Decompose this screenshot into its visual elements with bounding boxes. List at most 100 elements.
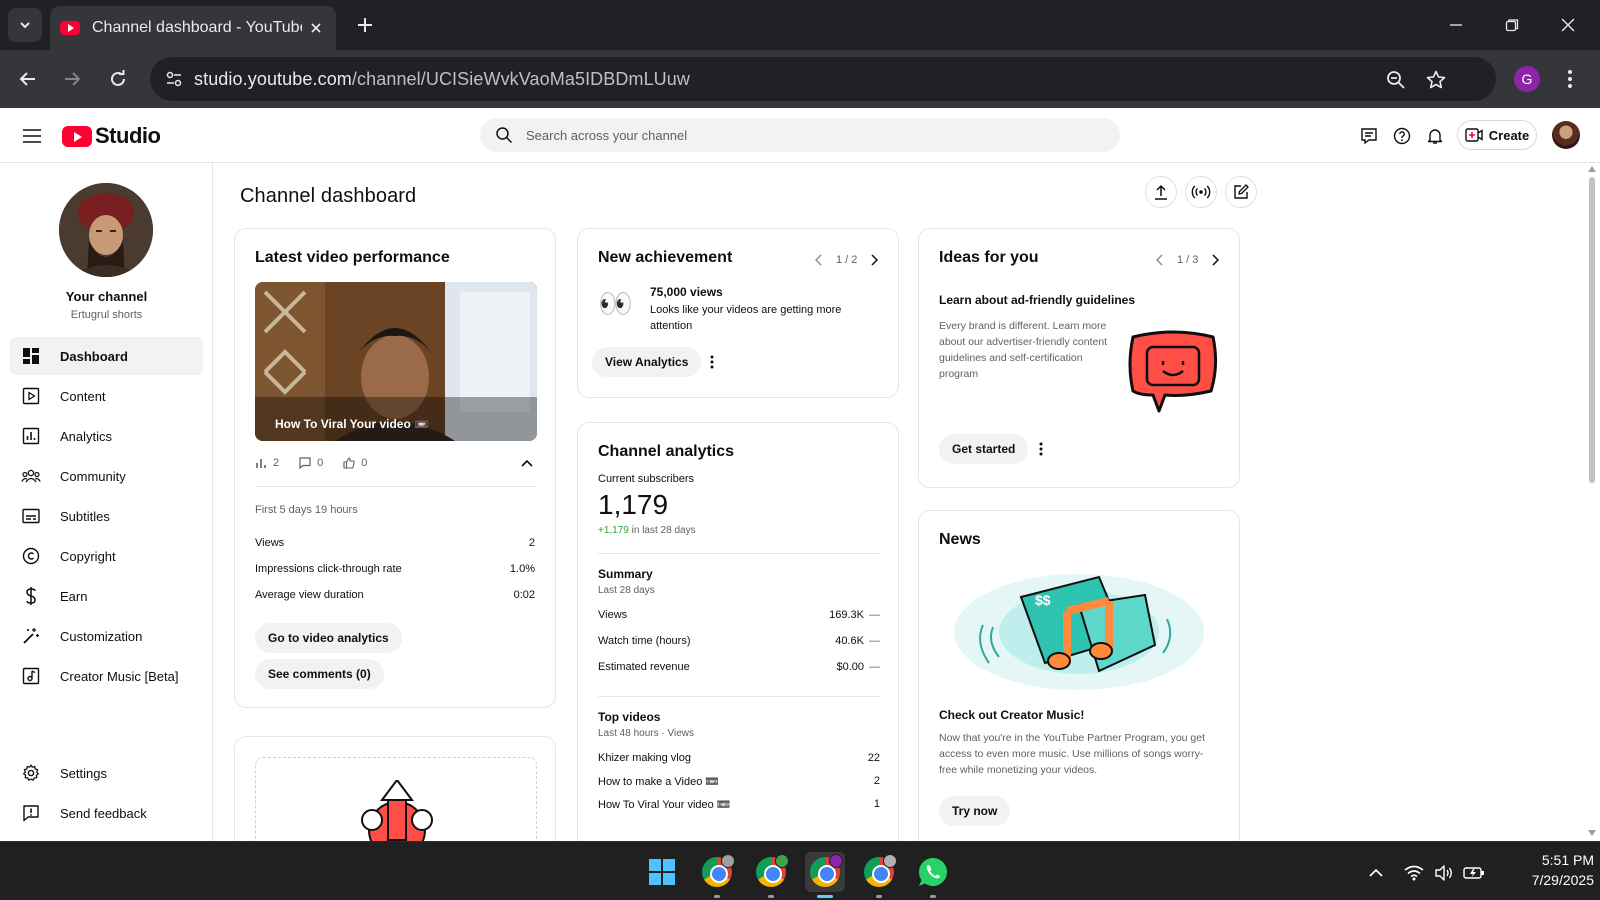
top-video-title: Khizer making vlog	[598, 752, 691, 764]
video-title: How To Viral Your video 📼	[275, 417, 430, 431]
wifi-icon[interactable]	[1403, 862, 1425, 884]
browser-profile-avatar[interactable]: G	[1514, 66, 1540, 92]
close-tab-icon[interactable]	[306, 18, 326, 38]
upload-button[interactable]	[1145, 176, 1177, 208]
achievement-pager: 1 / 2	[810, 251, 883, 269]
notifications-bell-icon[interactable]	[1422, 123, 1448, 149]
help-icon[interactable]	[1389, 123, 1415, 149]
community-icon	[20, 465, 42, 487]
collapse-button[interactable]	[517, 451, 537, 475]
sidebar-item-send-feedback[interactable]: Send feedback	[10, 794, 203, 832]
search-input[interactable]: Search across your channel	[480, 118, 1120, 152]
sidebar-item-content[interactable]: Content	[10, 377, 203, 415]
dropzone[interactable]	[255, 757, 537, 841]
page-scrollbar[interactable]	[1584, 163, 1600, 841]
browser-menu-icon[interactable]	[1562, 67, 1578, 91]
close-window-button[interactable]	[1553, 10, 1583, 40]
top-video-row[interactable]: Khizer making vlog 22	[598, 752, 880, 764]
magic-wand-icon	[20, 625, 42, 647]
summary-trend: —	[869, 609, 880, 621]
youtube-logo-icon	[62, 125, 92, 147]
search-placeholder: Search across your channel	[526, 127, 688, 143]
sidebar-item-settings[interactable]: Settings	[10, 754, 203, 792]
profile-badge-icon	[775, 854, 789, 868]
gear-icon	[20, 762, 42, 784]
sidebar-item-label: Earn	[60, 588, 88, 604]
show-hidden-icons-button[interactable]	[1365, 862, 1387, 884]
channel-avatar[interactable]	[59, 183, 153, 277]
hamburger-menu-icon[interactable]	[20, 124, 44, 148]
create-button[interactable]: Create	[1457, 120, 1537, 150]
next-chevron-icon[interactable]	[1206, 251, 1224, 269]
card-title: New achievement	[598, 249, 733, 266]
try-now-button[interactable]: Try now	[939, 796, 1011, 826]
create-post-button[interactable]	[1225, 176, 1257, 208]
sidebar-item-copyright[interactable]: Copyright	[10, 537, 203, 575]
volume-icon[interactable]	[1433, 862, 1455, 884]
profile-badge-icon	[721, 854, 735, 868]
metric-value: 1.0%	[509, 563, 535, 575]
restore-window-button[interactable]	[1497, 10, 1527, 40]
taskbar-chrome-3[interactable]	[805, 852, 845, 898]
analytics-icon	[20, 425, 42, 447]
taskbar-whatsapp[interactable]	[913, 852, 953, 898]
sidebar-item-community[interactable]: Community	[10, 457, 203, 495]
news-heading: Check out Creator Music!	[939, 708, 1085, 722]
zoom-icon[interactable]	[1384, 68, 1408, 92]
address-bar[interactable]: studio.youtube.com/channel/UCISieWvkVaoM…	[150, 57, 1496, 101]
messages-icon[interactable]	[1356, 123, 1382, 149]
taskbar-chrome-2[interactable]	[751, 852, 791, 898]
sidebar-item-creator-music[interactable]: Creator Music [Beta]	[10, 657, 203, 695]
go-to-video-analytics-button[interactable]: Go to video analytics	[255, 623, 402, 653]
sidebar-item-dashboard[interactable]: Dashboard	[10, 337, 203, 375]
minimize-window-button[interactable]	[1441, 10, 1471, 40]
url-text[interactable]: studio.youtube.com/channel/UCISieWvkVaoM…	[194, 69, 690, 90]
summary-label: Watch time (hours)	[598, 635, 691, 647]
back-button[interactable]	[12, 63, 44, 95]
reload-button[interactable]	[102, 63, 134, 95]
sidebar-item-analytics[interactable]: Analytics	[10, 417, 203, 455]
more-options-icon[interactable]	[1031, 437, 1051, 461]
browser-tab[interactable]: Channel dashboard - YouTube Studio	[50, 6, 336, 50]
sidebar-item-customization[interactable]: Customization	[10, 617, 203, 655]
studio-logo[interactable]: Studio	[62, 123, 161, 149]
clock-date: 7/29/2025	[1531, 872, 1594, 888]
comments-stat: 0	[299, 457, 323, 469]
view-analytics-button[interactable]: View Analytics	[592, 347, 702, 377]
chevron-up-icon	[1369, 868, 1383, 877]
scrollbar-thumb[interactable]	[1589, 177, 1595, 483]
forward-button[interactable]	[56, 63, 88, 95]
sidebar-item-earn[interactable]: Earn	[10, 577, 203, 615]
battery-icon[interactable]	[1463, 862, 1485, 884]
new-tab-button[interactable]	[352, 12, 378, 38]
plus-icon	[358, 18, 372, 32]
tab-search-button[interactable]	[8, 8, 42, 42]
taskbar-chrome-1[interactable]	[697, 852, 737, 898]
site-settings-icon[interactable]	[164, 69, 184, 89]
next-chevron-icon[interactable]	[865, 251, 883, 269]
see-comments-button[interactable]: See comments (0)	[255, 659, 384, 689]
scroll-up-arrow-icon[interactable]	[1588, 166, 1596, 172]
top-video-row[interactable]: How To Viral Your video 📼 1	[598, 798, 880, 811]
sidebar: Your channel Ertugrul shorts Dashboard C…	[0, 163, 213, 841]
top-video-row[interactable]: How to make a Video 📼 2	[598, 775, 880, 788]
edit-post-icon	[1234, 184, 1249, 199]
previous-chevron-icon[interactable]	[1151, 251, 1169, 269]
video-thumbnail[interactable]: How To Viral Your video 📼	[255, 282, 537, 441]
bookmark-star-icon[interactable]	[1424, 68, 1448, 92]
sidebar-item-subtitles[interactable]: Subtitles	[10, 497, 203, 535]
start-button[interactable]	[642, 852, 682, 892]
get-started-button[interactable]: Get started	[939, 434, 1029, 464]
scroll-down-arrow-icon[interactable]	[1588, 830, 1596, 836]
go-live-button[interactable]	[1185, 176, 1217, 208]
taskbar-chrome-4[interactable]	[859, 852, 899, 898]
more-options-icon[interactable]	[702, 350, 722, 374]
close-icon	[1561, 18, 1575, 32]
account-avatar[interactable]	[1552, 121, 1580, 149]
previous-chevron-icon[interactable]	[810, 251, 828, 269]
delta-suffix: in last 28 days	[628, 525, 696, 536]
delta-value: +1,179	[598, 525, 629, 536]
idea-body: Every brand is different. Learn more abo…	[939, 320, 1108, 380]
system-clock[interactable]: 5:51 PM 7/29/2025	[1500, 850, 1594, 890]
chevron-down-icon	[20, 22, 30, 29]
